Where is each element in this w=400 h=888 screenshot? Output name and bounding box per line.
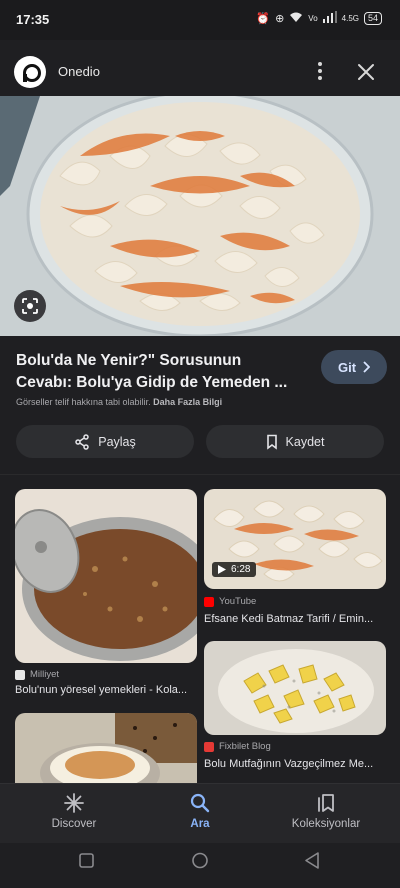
video-duration: 6:28 [212,562,257,577]
copyright-text: Görseller telif hakkına tabi olabilir. [16,397,151,407]
network-type: 4.5G [341,14,359,23]
system-navigation-bar [0,843,400,888]
fixbilet-favicon-icon [204,741,214,752]
source-logo-icon [14,56,46,88]
status-icons: ⏰ ⊕ Vo 4.5G 54 [256,11,382,26]
data-saver-icon: ⊕ [275,13,285,25]
share-button[interactable]: Paylaş [16,425,194,458]
save-label: Kaydet [285,434,325,449]
related-source-name-3: Fixbilet Blog [219,741,271,752]
related-source-1: Milliyet [15,669,59,680]
nav-discover[interactable]: Discover [14,792,134,830]
share-icon [75,433,89,450]
related-source-name-2: YouTube [219,596,257,607]
duration-text: 6:28 [231,564,251,575]
hero-image[interactable] [0,96,400,336]
play-icon [218,565,226,574]
nav-collections-label: Koleksiyonlar [291,818,361,830]
copyright-notice: Görseller telif hakkına tabi olabilir. D… [16,397,222,407]
chevron-right-icon [363,361,371,373]
related-title-3[interactable]: Bolu Mutfağının Vazgeçilmez Me... [204,758,386,770]
home-icon[interactable] [192,852,208,869]
status-bar: 17:35 ⏰ ⊕ Vo 4.5G 54 [0,0,400,40]
related-title-2[interactable]: Efsane Kedi Batmaz Tarifi / Emin... [204,613,386,625]
related-source-2: YouTube [204,596,256,607]
battery-icon: 54 [363,12,382,25]
alarm-icon: ⏰ [256,13,271,25]
search-icon [190,793,210,813]
status-time: 17:35 [16,12,50,27]
bookmark-icon [266,434,277,450]
recents-icon[interactable] [79,853,94,868]
wifi-icon [289,11,303,26]
asterisk-icon [64,793,84,813]
youtube-favicon-icon [204,596,214,607]
back-icon[interactable] [305,852,319,869]
volte-icon: Vo [308,14,318,23]
nav-collections[interactable]: Koleksiyonlar [266,792,386,830]
viewer-header: Onedio [0,40,400,98]
nav-discover-label: Discover [51,818,97,830]
nav-search-label: Ara [190,818,210,830]
close-icon[interactable] [354,60,378,84]
lens-icon [22,298,38,314]
milliyet-favicon-icon [15,669,25,680]
divider [0,474,400,475]
related-image-3[interactable] [204,641,386,735]
save-button[interactable]: Kaydet [206,425,384,458]
visit-button[interactable]: Git [321,350,387,384]
share-label: Paylaş [98,434,136,449]
bottom-navigation: Discover Ara Koleksiyonlar [0,783,400,843]
source-name[interactable]: Onedio [58,64,100,79]
signal-icon [322,11,337,26]
related-image-2[interactable]: 6:28 [204,489,386,589]
related-image-1[interactable] [15,489,197,663]
nav-search[interactable]: Ara [140,792,260,830]
visit-button-label: Git [337,359,357,375]
related-source-3: Fixbilet Blog [204,741,271,752]
related-title-1[interactable]: Bolu'nun yöresel yemekleri - Kola... [15,684,197,696]
related-source-name-1: Milliyet [30,669,60,680]
more-options-icon[interactable] [312,60,328,84]
learn-more-link[interactable]: Daha Fazla Bilgi [153,397,222,407]
related-image-4[interactable] [15,713,197,783]
collections-icon [318,794,334,812]
google-lens-button[interactable] [14,290,46,322]
result-title[interactable]: Bolu'da Ne Yenir?" Sorusunun Cevabı: Bol… [16,350,301,394]
